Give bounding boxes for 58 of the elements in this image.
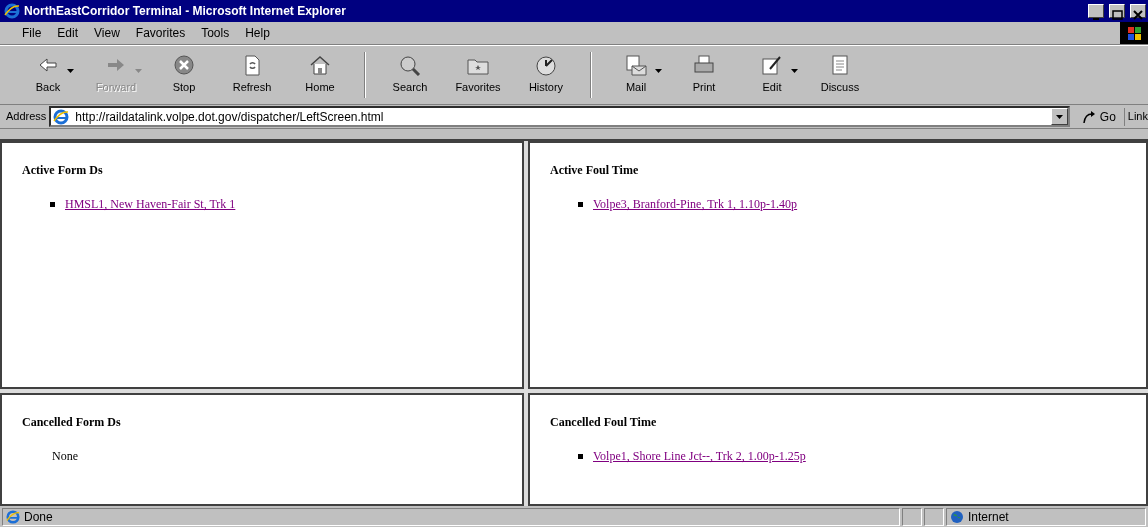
magnifier-globe-icon bbox=[398, 54, 422, 77]
mail-envelope-icon bbox=[624, 54, 648, 77]
toolbar-button[interactable]: Search bbox=[376, 46, 444, 104]
links-button[interactable]: Link bbox=[1127, 108, 1148, 125]
menu-item[interactable]: File bbox=[14, 22, 50, 44]
pencil-page-icon bbox=[760, 54, 784, 77]
address-label: Address bbox=[6, 109, 47, 125]
house-icon bbox=[308, 54, 332, 77]
menu-item[interactable]: Favorites bbox=[127, 22, 194, 44]
menu-item[interactable]: Tools bbox=[193, 22, 238, 44]
status-text: Done bbox=[24, 508, 53, 526]
status-pane bbox=[902, 507, 922, 526]
go-button[interactable]: Go bbox=[1072, 107, 1125, 126]
empty-text: None bbox=[51, 448, 79, 466]
toolbar-button[interactable]: Print bbox=[670, 46, 738, 104]
dropdown-button[interactable] bbox=[1050, 108, 1068, 125]
toolbar-button[interactable]: Refresh bbox=[218, 46, 286, 104]
stop-icon bbox=[172, 54, 196, 77]
menu-item[interactable]: View bbox=[86, 22, 128, 44]
frame-heading: Cancelled Foul Time bbox=[550, 415, 658, 430]
bullet-icon bbox=[50, 201, 55, 207]
toolbar-button[interactable]: Back bbox=[14, 46, 82, 104]
toolbar-button[interactable]: Discuss bbox=[806, 46, 874, 104]
minimize-button[interactable] bbox=[1088, 4, 1104, 18]
page-icon bbox=[53, 108, 70, 125]
status-pane bbox=[924, 507, 944, 526]
globe-icon bbox=[950, 509, 964, 524]
bullet-icon bbox=[578, 453, 583, 459]
frame-heading: Active Form Ds bbox=[22, 163, 104, 178]
dropdown-caret-icon bbox=[1055, 114, 1063, 119]
dropdown-caret-icon bbox=[654, 69, 662, 73]
browser-logo-icon bbox=[4, 3, 20, 19]
frame-heading: Active Foul Time bbox=[550, 163, 640, 178]
list-link[interactable]: HMSL1, New Haven-Fair St, Trk 1 bbox=[65, 195, 236, 214]
toolbar-button[interactable]: Edit bbox=[738, 46, 806, 104]
toolbar-button[interactable]: Mail bbox=[602, 46, 670, 104]
page-icon bbox=[6, 509, 20, 524]
menu-item[interactable]: Edit bbox=[49, 22, 87, 44]
clock-icon bbox=[534, 54, 558, 77]
dropdown-caret-icon bbox=[66, 69, 74, 73]
bullet-icon bbox=[578, 201, 583, 207]
frame-heading: Cancelled Form Ds bbox=[22, 415, 122, 430]
address-field[interactable]: http://raildatalink.volpe.dot.gov/dispatcher/LeftScreen.html bbox=[49, 106, 1070, 127]
window-title: NorthEastCorridor Terminal - Microsoft Internet Explorer bbox=[24, 3, 347, 20]
toolbar-button[interactable]: Stop bbox=[150, 46, 218, 104]
zone-text: Internet bbox=[968, 508, 1009, 526]
close-button[interactable] bbox=[1130, 4, 1146, 18]
toolbar-button[interactable]: Home bbox=[286, 46, 354, 104]
list-link[interactable]: Volpe1, Shore Line Jct--, Trk 2, 1.00p-1.25p bbox=[593, 447, 806, 466]
dropdown-caret-icon bbox=[790, 69, 798, 73]
windows-logo-icon bbox=[1125, 24, 1143, 42]
toolbar-button[interactable]: History bbox=[512, 46, 580, 104]
maximize-button[interactable] bbox=[1109, 4, 1125, 18]
toolbar-button[interactable]: Favorites bbox=[444, 46, 512, 104]
menu-item[interactable]: Help bbox=[237, 22, 278, 44]
go-arrow-icon bbox=[1080, 108, 1097, 125]
list-link[interactable]: Volpe3, Branford-Pine, Trk 1, 1.10p-1.40p bbox=[593, 195, 798, 214]
dropdown-caret-icon bbox=[134, 69, 142, 73]
